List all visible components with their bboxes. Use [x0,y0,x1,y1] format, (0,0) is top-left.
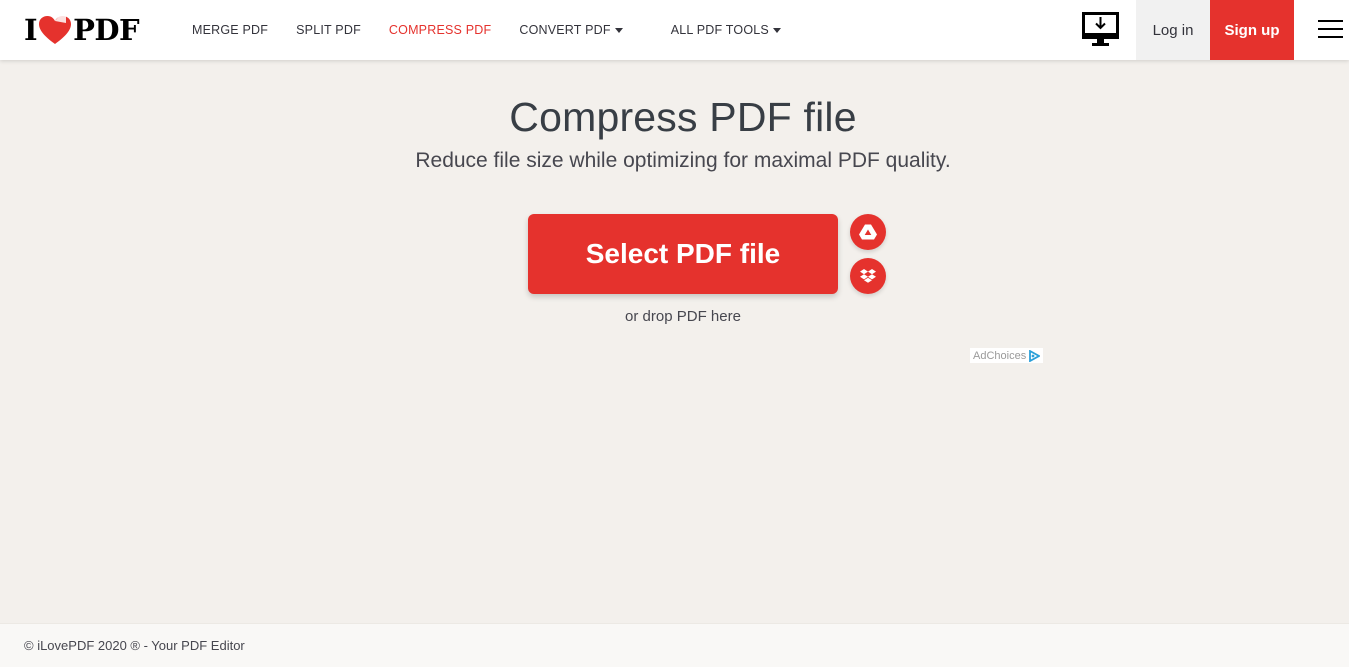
footer: © iLovePDF 2020 ® - Your PDF Editor [0,623,1349,667]
caret-down-icon [614,27,623,33]
login-button[interactable]: Log in [1136,0,1210,60]
nav-all-pdf-tools-label: ALL PDF TOOLS [670,23,769,37]
nav-merge-pdf[interactable]: MERGE PDF [192,23,268,37]
page-subtitle: Reduce file size while optimizing for ma… [415,149,951,172]
drop-hint: or drop PDF here [625,308,741,325]
hamburger-menu-icon[interactable] [1318,20,1343,40]
google-drive-icon [859,224,877,240]
nav-split-pdf-label: SPLIT PDF [296,23,361,37]
main-nav: MERGE PDF SPLIT PDF COMPRESS PDF CONVERT… [192,0,809,60]
google-drive-button[interactable] [850,214,886,250]
caret-down-icon [772,27,781,33]
nav-compress-pdf[interactable]: COMPRESS PDF [389,23,491,37]
desktop-download-icon [1082,12,1119,46]
nav-convert-pdf-label: CONVERT PDF [519,23,611,37]
login-label: Log in [1152,21,1194,39]
ilovepdf-logo[interactable]: I PDF [24,13,140,47]
nav-all-pdf-tools[interactable]: ALL PDF TOOLS [671,23,781,37]
logo-text-pdf: PDF [73,13,140,47]
dropbox-icon [860,268,876,283]
page-title: Compress PDF file [509,94,857,140]
footer-copyright: © iLovePDF 2020 ® - Your PDF Editor [24,638,245,653]
nav-convert-pdf[interactable]: CONVERT PDF [519,23,623,37]
adchoices-label: AdChoices [973,349,1027,362]
select-pdf-file-label: Select PDF file [585,238,781,269]
select-pdf-file-button[interactable]: Select PDF file [528,214,838,294]
dropbox-button[interactable] [850,258,886,294]
nav-merge-pdf-label: MERGE PDF [192,23,269,37]
adchoices-icon [1029,349,1041,362]
heart-logo-icon [39,16,72,44]
adchoices-link[interactable]: AdChoices [970,348,1044,363]
nav-compress-pdf-label: COMPRESS PDF [388,23,492,37]
top-navbar: I PDF MERGE PDF SPLIT PDF COMPRESS PDF C… [0,0,1349,60]
nav-split-pdf[interactable]: SPLIT PDF [296,23,361,37]
signup-button[interactable]: Sign up [1210,0,1294,60]
logo-text-i: I [24,13,38,47]
signup-label: Sign up [1224,21,1280,39]
desktop-download-button[interactable] [1082,12,1119,48]
